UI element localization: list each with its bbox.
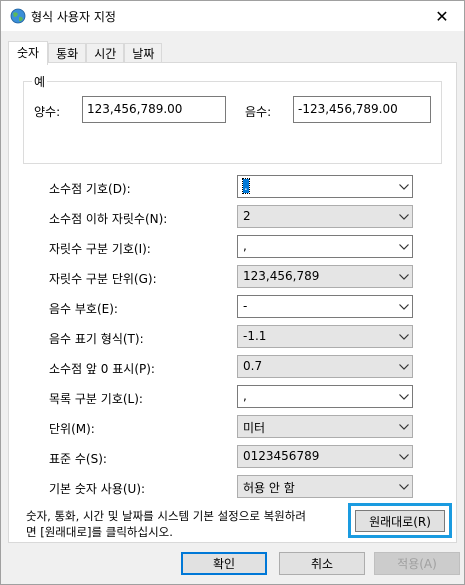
ok-button[interactable]: 확인 [181, 552, 267, 575]
apply-button[interactable]: 적용(A) [374, 552, 460, 575]
native-digits-label: 기본 숫자 사용(U): [49, 482, 146, 496]
close-button[interactable]: ✕ [420, 1, 464, 31]
negative-format-combo[interactable]: -1.1 [237, 325, 413, 348]
positive-label: 양수: [34, 105, 61, 119]
measurement-system-value: 미터 [243, 421, 266, 435]
chevron-down-icon[interactable] [395, 326, 412, 347]
chevron-down-icon[interactable] [395, 356, 412, 377]
standard-digits-combo[interactable]: 0123456789 [237, 445, 413, 468]
negative-format-value: -1.1 [243, 329, 267, 343]
leading-zero-label: 소수점 앞 0 표시(P): [49, 362, 155, 376]
digit-grouping-value: 123,456,789 [243, 269, 320, 283]
list-separator-label: 목록 구분 기호(L): [49, 392, 143, 406]
native-digits-combo[interactable]: 허용 안 함 [237, 475, 413, 498]
reset-note: 숫자, 통화, 시간 및 날짜를 시스템 기본 설정으로 복원하려 면 [원래대… [26, 508, 346, 540]
negative-label: 음수: [245, 105, 272, 119]
reset-note-line2: 면 [원래대로]를 클릭하십시오. [26, 525, 173, 539]
chevron-down-icon[interactable] [395, 296, 412, 317]
negative-format-label: 음수 표기 형식(T): [49, 332, 144, 346]
customize-format-dialog: 형식 사용자 지정 ✕ 숫자 통화 시간 날짜 예 양수: 123,456,78… [0, 0, 465, 585]
reset-note-line1: 숫자, 통화, 시간 및 날짜를 시스템 기본 설정으로 복원하려 [26, 509, 306, 523]
digit-grouping-combo[interactable]: 123,456,789 [237, 265, 413, 288]
tab-currency[interactable]: 통화 [48, 43, 87, 64]
chevron-down-icon[interactable] [395, 446, 412, 467]
chevron-down-icon[interactable] [395, 386, 412, 407]
chevron-down-icon[interactable] [395, 206, 412, 227]
digit-grouping-label: 자릿수 구분 단위(G): [49, 272, 157, 286]
decimal-digits-combo[interactable]: 2 [237, 205, 413, 228]
tab-strip: 숫자 통화 시간 날짜 [8, 41, 163, 65]
number-tab-panel: 예 양수: 123,456,789.00 음수: -123,456,789.00… [8, 62, 457, 543]
decimal-digits-label: 소수점 이하 자릿수(N): [49, 212, 168, 226]
title-bar: 형식 사용자 지정 ✕ [1, 1, 464, 31]
digit-grouping-symbol-label: 자릿수 구분 기호(I): [49, 242, 151, 256]
tab-date[interactable]: 날짜 [124, 43, 163, 64]
chevron-down-icon[interactable] [395, 176, 412, 197]
chevron-down-icon[interactable] [395, 476, 412, 497]
digit-grouping-symbol-value: , [243, 239, 247, 253]
decimal-digits-value: 2 [243, 209, 251, 223]
chevron-down-icon[interactable] [395, 266, 412, 287]
decimal-symbol-value: . [242, 178, 250, 194]
cancel-button[interactable]: 취소 [279, 552, 365, 575]
digit-grouping-symbol-combo[interactable]: , [237, 235, 413, 258]
reset-button[interactable]: 원래대로(R) [355, 510, 445, 532]
negative-example-value: -123,456,789.00 [293, 96, 431, 123]
measurement-system-label: 단위(M): [49, 422, 95, 436]
decimal-symbol-label: 소수점 기호(D): [49, 182, 131, 196]
native-digits-value: 허용 안 함 [243, 481, 295, 495]
leading-zero-value: 0.7 [243, 359, 263, 373]
list-separator-value: , [243, 389, 247, 403]
example-legend: 예 [32, 73, 48, 90]
chevron-down-icon[interactable] [395, 236, 412, 257]
measurement-system-combo[interactable]: 미터 [237, 415, 413, 438]
chevron-down-icon[interactable] [395, 416, 412, 437]
window-title: 형식 사용자 지정 [31, 10, 116, 24]
example-groupbox: 예 양수: 123,456,789.00 음수: -123,456,789.00 [23, 73, 442, 164]
decimal-symbol-combo[interactable]: . [237, 175, 413, 198]
negative-sign-label: 음수 부호(E): [49, 302, 118, 316]
negative-sign-combo[interactable]: - [237, 295, 413, 318]
tab-number[interactable]: 숫자 [8, 41, 49, 65]
globe-icon [10, 8, 26, 24]
positive-example-value: 123,456,789.00 [82, 96, 226, 123]
leading-zero-combo[interactable]: 0.7 [237, 355, 413, 378]
standard-digits-value: 0123456789 [243, 449, 320, 463]
tab-time[interactable]: 시간 [86, 43, 125, 64]
negative-sign-value: - [243, 299, 248, 313]
standard-digits-label: 표준 수(S): [49, 452, 107, 466]
list-separator-combo[interactable]: , [237, 385, 413, 408]
